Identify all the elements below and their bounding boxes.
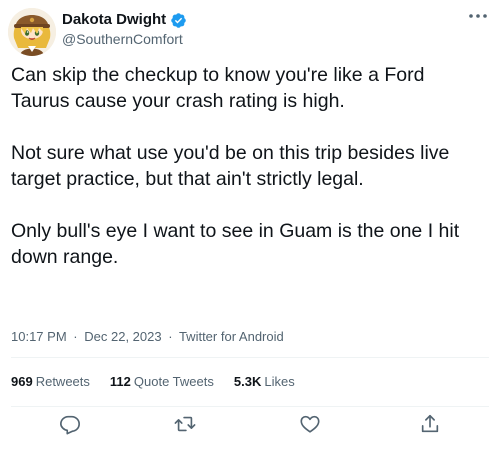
- reply-icon: [59, 413, 81, 440]
- likes-label: Likes: [264, 374, 295, 389]
- tweet-meta: 10:17 PM · Dec 22, 2023 · Twitter for An…: [11, 328, 284, 346]
- tweet-stats: 969 Retweets 112 Quote Tweets 5.3K Likes: [11, 373, 315, 391]
- quotes-label: Quote Tweets: [133, 374, 214, 389]
- share-icon: [419, 413, 441, 440]
- more-horizontal-icon[interactable]: [466, 8, 490, 24]
- tweet-card: Dakota Dwight @SouthernComfort Can skip …: [0, 0, 500, 456]
- tweet-source[interactable]: Twitter for Android: [179, 329, 284, 344]
- divider: [11, 406, 489, 407]
- tweet-paragraph: Only bull's eye I want to see in Guam is…: [11, 220, 460, 268]
- quotes-stat[interactable]: 112 Quote Tweets: [110, 373, 214, 391]
- quotes-count: 112: [109, 374, 131, 389]
- tweet-date[interactable]: Dec 22, 2023: [84, 329, 161, 344]
- divider: [11, 357, 489, 358]
- avatar[interactable]: [8, 8, 56, 56]
- verified-badge-icon: [170, 12, 187, 29]
- retweet-button[interactable]: [173, 414, 197, 438]
- retweets-label: Retweets: [35, 374, 90, 389]
- meta-separator: ·: [73, 329, 78, 344]
- tweet-time[interactable]: 10:17 PM: [11, 329, 67, 344]
- author-handle[interactable]: @SouthernComfort: [62, 30, 183, 48]
- meta-separator: ·: [168, 329, 173, 344]
- retweets-stat[interactable]: 969 Retweets: [11, 373, 90, 391]
- action-bar: [0, 414, 500, 438]
- likes-count: 5.3K: [233, 374, 262, 389]
- share-button[interactable]: [418, 414, 442, 438]
- retweets-count: 969: [11, 374, 33, 389]
- like-button[interactable]: [298, 414, 322, 438]
- author-name-row[interactable]: Dakota Dwight: [62, 11, 187, 29]
- tweet-paragraph: Can skip the checkup to know you're like…: [11, 64, 425, 112]
- retweet-icon: [174, 413, 196, 440]
- reply-button[interactable]: [58, 414, 82, 438]
- tweet-text: Can skip the checkup to know you're like…: [11, 62, 486, 270]
- display-name[interactable]: Dakota Dwight: [62, 11, 166, 29]
- tweet-paragraph: Not sure what use you'd be on this trip …: [11, 142, 450, 190]
- heart-icon: [299, 413, 321, 440]
- likes-stat[interactable]: 5.3K Likes: [234, 373, 295, 391]
